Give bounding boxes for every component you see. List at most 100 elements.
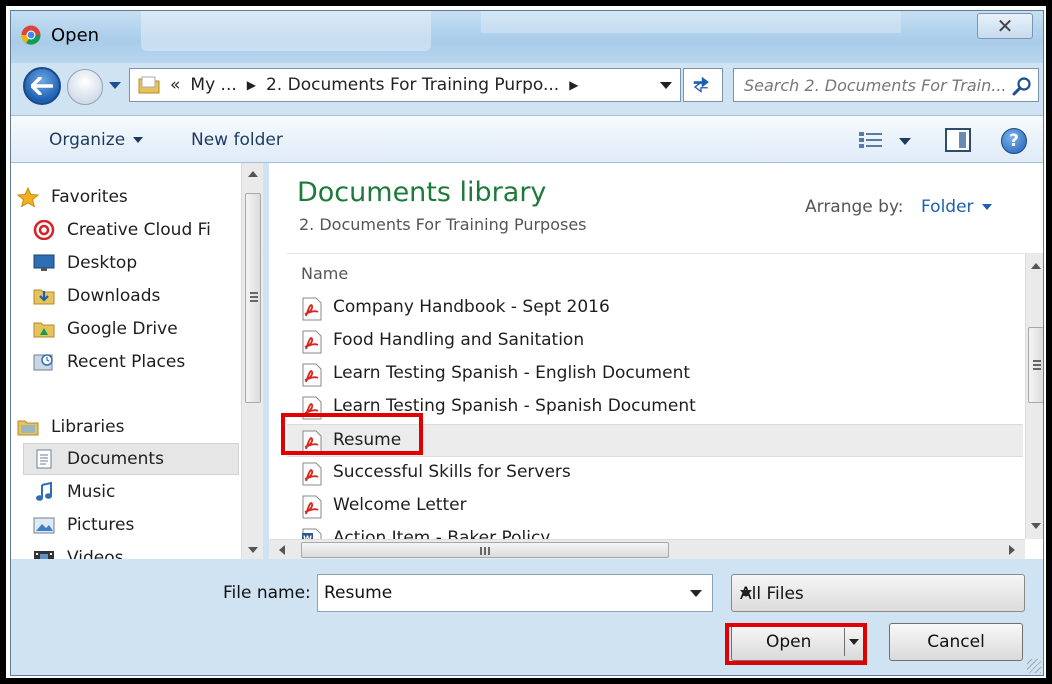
- refresh-icon: [693, 76, 709, 93]
- nav-item-documents[interactable]: Documents: [36, 445, 164, 473]
- file-row[interactable]: Company Handbook - Sept 2016: [287, 292, 1023, 325]
- file-type-select[interactable]: All Files: [731, 574, 1025, 612]
- grip-line: [250, 300, 258, 302]
- nav-item-videos[interactable]: Videos: [34, 544, 124, 559]
- grip-line: [1033, 360, 1041, 362]
- title-background-decoration-2: [481, 11, 901, 33]
- nav-item-label: Google Drive: [67, 319, 178, 339]
- pdf-icon: [302, 297, 322, 321]
- nav-item-creative-cloud[interactable]: Creative Cloud Fi: [33, 216, 211, 244]
- nav-item-google-drive[interactable]: Google Drive: [33, 315, 178, 343]
- close-icon: ✕: [996, 14, 1014, 38]
- desktop-icon: [33, 254, 55, 271]
- search-icon[interactable]: [1012, 76, 1032, 96]
- highlight-box-resume: [281, 413, 423, 455]
- title-background-decoration: [141, 11, 431, 51]
- nav-item-recent-places[interactable]: Recent Places: [33, 348, 185, 376]
- file-row[interactable]: W Action Item - Baker Policy: [287, 523, 1023, 539]
- organize-label: Organize: [49, 130, 126, 150]
- view-options-dropdown-icon[interactable]: [899, 138, 911, 145]
- screenshot-frame: Open ✕ « My ... ▶ 2. Documents For Train…: [3, 3, 1049, 681]
- file-row[interactable]: Successful Skills for Servers: [287, 457, 1023, 490]
- address-dropdown-icon[interactable]: [660, 82, 672, 89]
- file-list-scroll-thumb[interactable]: [1028, 327, 1043, 403]
- library-subtitle: 2. Documents For Training Purposes: [299, 215, 587, 234]
- nav-item-downloads[interactable]: Downloads: [33, 282, 160, 310]
- file-name: Welcome Letter: [333, 495, 467, 515]
- new-folder-button[interactable]: New folder: [191, 130, 283, 150]
- downloads-folder-icon: [33, 289, 55, 305]
- recent-pages-dropdown-icon[interactable]: [107, 77, 123, 93]
- chrome-icon: [21, 25, 41, 45]
- refresh-button[interactable]: [683, 68, 723, 102]
- file-row[interactable]: Learn Testing Spanish - English Document: [287, 358, 1023, 391]
- breadcrumb-separator-icon[interactable]: ▶: [569, 78, 578, 92]
- library-title: Documents library: [297, 177, 547, 208]
- nav-item-music[interactable]: Music: [36, 478, 115, 506]
- file-name: Learn Testing Spanish - English Document: [333, 363, 691, 383]
- nav-libraries-label: Libraries: [51, 417, 125, 437]
- arrange-by-value: Folder: [921, 197, 974, 217]
- organize-menu[interactable]: Organize: [49, 130, 144, 150]
- nav-favorites[interactable]: Favorites: [17, 183, 128, 211]
- file-name-dropdown-icon[interactable]: [690, 590, 702, 597]
- grip-line: [250, 296, 258, 298]
- nav-pane-scrollbar[interactable]: [241, 163, 263, 559]
- address-bar[interactable]: « My ... ▶ 2. Documents For Training Pur…: [129, 68, 681, 102]
- nav-item-label: Creative Cloud Fi: [67, 220, 211, 240]
- scroll-down-icon[interactable]: [248, 547, 258, 553]
- grip-line: [1033, 364, 1041, 366]
- nav-item-pictures[interactable]: Pictures: [33, 511, 135, 539]
- help-icon[interactable]: ?: [1001, 128, 1027, 154]
- breadcrumb-my-documents[interactable]: My ...: [190, 75, 236, 95]
- horizontal-scroll-thumb[interactable]: [301, 542, 669, 558]
- title-bar: Open ✕: [11, 11, 1043, 63]
- command-toolbar: Organize New folder ?: [11, 115, 1043, 163]
- content-pane: Documents library 2. Documents For Train…: [269, 163, 1043, 559]
- file-name-combobox[interactable]: [317, 574, 713, 612]
- file-name: Successful Skills for Servers: [333, 462, 571, 482]
- pdf-icon: [302, 330, 322, 354]
- nav-item-desktop[interactable]: Desktop: [33, 249, 137, 277]
- arrange-by-dropdown[interactable]: Folder: [921, 197, 992, 217]
- nav-scroll-thumb[interactable]: [245, 193, 261, 403]
- resize-grip[interactable]: [1027, 659, 1041, 673]
- creative-cloud-icon: [33, 220, 55, 240]
- address-overflow[interactable]: «: [170, 75, 180, 95]
- breadcrumb-separator-icon[interactable]: ▶: [247, 78, 256, 92]
- open-dialog: Open ✕ « My ... ▶ 2. Documents For Train…: [10, 10, 1044, 676]
- file-list-horizontal-scrollbar[interactable]: [269, 539, 1025, 559]
- grip-line: [480, 547, 482, 555]
- pdf-icon: [302, 495, 322, 519]
- videos-icon: [34, 551, 54, 559]
- file-row[interactable]: Welcome Letter: [287, 490, 1023, 523]
- libraries-icon: [17, 420, 39, 436]
- nav-item-label: Pictures: [67, 515, 135, 535]
- preview-pane-icon[interactable]: [945, 128, 971, 152]
- scroll-down-icon[interactable]: [1031, 523, 1041, 529]
- breadcrumb-training-folder[interactable]: 2. Documents For Training Purpo...: [266, 75, 559, 95]
- change-view-icon[interactable]: [857, 130, 887, 150]
- forward-button[interactable]: [67, 69, 103, 105]
- file-name: Food Handling and Sanitation: [333, 330, 585, 350]
- scroll-up-icon[interactable]: [1031, 263, 1041, 269]
- documents-icon: [36, 449, 52, 469]
- chevron-down-icon: [981, 204, 992, 210]
- recent-places-icon: [33, 354, 53, 371]
- file-list-scrollbar[interactable]: [1025, 253, 1043, 539]
- back-button[interactable]: [23, 67, 61, 105]
- grip-line: [488, 547, 490, 555]
- grip-line: [250, 292, 258, 294]
- column-header-name[interactable]: Name: [301, 264, 348, 283]
- search-box[interactable]: [733, 68, 1039, 102]
- file-row[interactable]: Food Handling and Sanitation: [287, 325, 1023, 358]
- scroll-left-icon[interactable]: [279, 545, 285, 555]
- file-name-input[interactable]: [324, 576, 674, 610]
- nav-libraries[interactable]: Libraries: [17, 413, 125, 441]
- cancel-button[interactable]: Cancel: [889, 623, 1023, 661]
- scroll-up-icon[interactable]: [248, 171, 258, 177]
- scroll-right-icon[interactable]: [1009, 545, 1015, 555]
- grip-line: [484, 547, 486, 555]
- close-button[interactable]: ✕: [977, 13, 1033, 39]
- search-input[interactable]: [744, 70, 1014, 100]
